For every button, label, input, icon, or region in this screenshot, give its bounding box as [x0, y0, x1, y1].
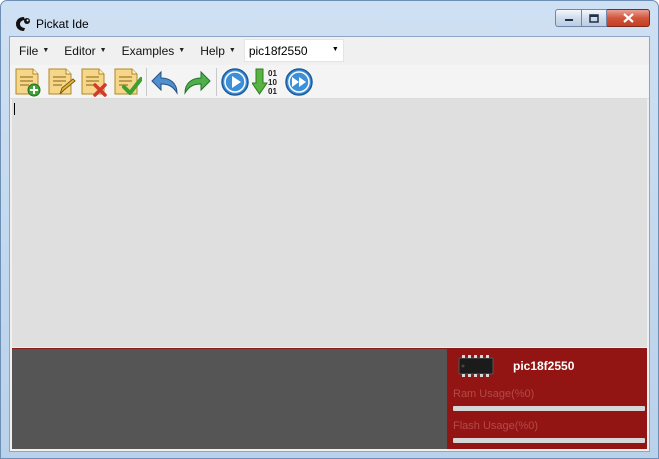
menu-examples[interactable]: Examples ▼	[113, 37, 192, 64]
chevron-down-icon: ▼	[99, 47, 107, 54]
toolbar: 01 10 01	[10, 65, 649, 99]
svg-text:10: 10	[268, 78, 277, 87]
minimize-icon	[564, 19, 573, 21]
window-controls	[555, 9, 650, 29]
delete-file-icon[interactable]	[79, 67, 109, 97]
maximize-button[interactable]	[581, 9, 607, 27]
minimize-button[interactable]	[555, 9, 581, 27]
chevron-down-icon: ▼	[228, 47, 236, 54]
svg-text:01: 01	[268, 69, 277, 78]
device-select-value: pic18f2550	[248, 43, 308, 58]
text-caret	[14, 103, 15, 115]
output-console[interactable]	[12, 349, 447, 449]
toolbar-separator	[216, 68, 217, 96]
ram-usage-bar	[453, 406, 645, 411]
code-editor[interactable]	[12, 99, 647, 347]
app-logo-icon	[16, 17, 30, 31]
close-button[interactable]	[607, 9, 650, 27]
flash-usage-bar	[453, 438, 645, 443]
edit-file-icon[interactable]	[46, 67, 76, 97]
undo-icon[interactable]	[150, 67, 180, 97]
device-select[interactable]: pic18f2550 ▼	[243, 39, 344, 62]
app-window: Pickat Ide File ▼ Editor ▼ Examples ▼ He…	[0, 0, 659, 459]
menu-help[interactable]: Help ▼	[191, 37, 242, 64]
window-title: Pickat Ide	[36, 17, 89, 31]
bottom-panel: pic18f2550 Ram Usage(%0) Flash Usage(%0)	[12, 348, 647, 449]
menu-file-label: File	[19, 43, 39, 58]
microchip-icon	[458, 355, 494, 377]
svg-text:01: 01	[268, 87, 277, 96]
menu-editor[interactable]: Editor ▼	[55, 37, 112, 64]
redo-icon[interactable]	[182, 67, 212, 97]
new-file-icon[interactable]	[13, 67, 43, 97]
fast-forward-icon[interactable]	[284, 67, 314, 97]
flash-usage-label: Flash Usage(%0)	[453, 420, 538, 432]
menu-help-label: Help	[200, 43, 225, 58]
close-icon	[622, 13, 634, 23]
menu-bar: File ▼ Editor ▼ Examples ▼ Help ▼ pic18f2550…	[10, 37, 649, 64]
device-name: pic18f2550	[513, 359, 575, 373]
menu-editor-label: Editor	[64, 43, 96, 58]
menu-file[interactable]: File ▼	[10, 37, 55, 64]
run-icon[interactable]	[220, 67, 250, 97]
client-area: File ▼ Editor ▼ Examples ▼ Help ▼ pic18f2550…	[9, 36, 650, 452]
check-file-icon[interactable]	[112, 67, 142, 97]
device-info-panel: pic18f2550 Ram Usage(%0) Flash Usage(%0)	[447, 349, 647, 449]
ram-usage-label: Ram Usage(%0)	[453, 388, 535, 400]
maximize-icon	[589, 13, 599, 23]
chevron-down-icon: ▼	[42, 47, 50, 54]
chevron-down-icon: ▼	[331, 46, 339, 53]
toolbar-separator	[146, 68, 147, 96]
download-binary-icon[interactable]: 01 10 01	[252, 67, 282, 97]
chevron-down-icon: ▼	[178, 47, 186, 54]
menu-examples-label: Examples	[121, 43, 175, 58]
title-bar[interactable]: Pickat Ide	[1, 1, 658, 33]
